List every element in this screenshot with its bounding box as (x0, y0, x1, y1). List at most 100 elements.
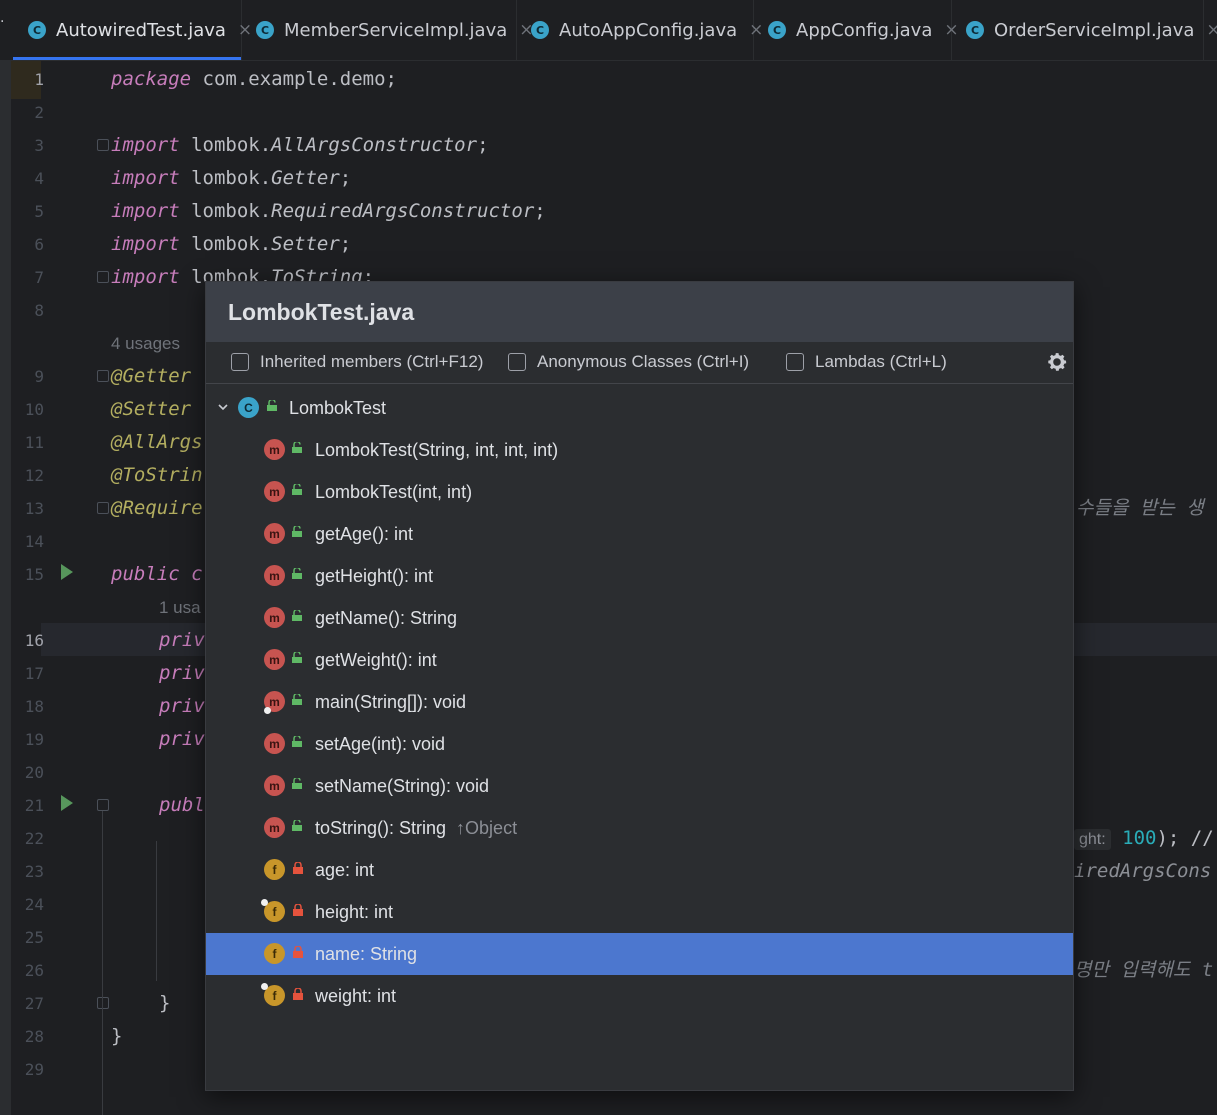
fold-marker-icon[interactable] (97, 799, 109, 811)
filter-inherited-members[interactable]: Inherited members (Ctrl+F12) (231, 352, 483, 372)
close-icon[interactable]: × (1206, 20, 1217, 40)
tree-item-label: LombokTest(int, int) (315, 482, 473, 502)
run-class-icon[interactable] (61, 564, 73, 580)
class-icon: C (966, 21, 984, 39)
line-number: 1 (34, 70, 44, 89)
code-class: Getter (271, 167, 340, 189)
file-structure-popup[interactable]: LombokTest.java Inherited members (Ctrl+… (205, 281, 1074, 1091)
line-number: 9 (34, 367, 44, 386)
run-main-icon[interactable] (61, 795, 73, 811)
line-number: 21 (24, 796, 44, 815)
code-line-23: iredArgsCons (1074, 860, 1212, 882)
fold-marker-icon[interactable] (97, 997, 109, 1009)
tree-item-method[interactable]: m setAge(int): void (206, 723, 1073, 765)
final-marker-icon (261, 983, 268, 990)
annotation-all-args: @AllArgs (111, 431, 203, 453)
code-line-16: priv (159, 629, 205, 651)
tab-app-config[interactable]: C AppConfig.java × (754, 0, 959, 60)
line-number: 28 (24, 1027, 44, 1046)
line-number: 18 (24, 697, 44, 716)
filter-label: Inherited members (Ctrl+F12) (260, 352, 484, 371)
class-icon: C (238, 397, 259, 418)
code-class: Setter (271, 233, 340, 255)
private-access-icon (293, 862, 303, 874)
tree-item-label: main(String[]): void (315, 692, 467, 712)
method-icon: m (264, 523, 285, 544)
field-icon: f (264, 943, 285, 964)
tree-item-field[interactable]: f height: int (206, 891, 1073, 933)
keyword: public (111, 563, 180, 585)
override-origin: ↑Object (456, 818, 518, 838)
line-number: 14 (24, 532, 44, 551)
tree-item-field-selected[interactable]: f name: String (206, 933, 1073, 975)
tree-item-label: getAge(): int (315, 524, 414, 544)
code-line-21: publ (159, 794, 205, 816)
checkbox[interactable] (231, 353, 249, 371)
tree-item-field[interactable]: f weight: int (206, 975, 1073, 1017)
code-line-28: } (111, 1025, 123, 1047)
private-access-icon (293, 988, 303, 1000)
line-number: 17 (24, 664, 44, 683)
usages-hint[interactable]: 1 usa (159, 591, 201, 624)
method-icon: m (264, 481, 285, 502)
chevron-down-icon[interactable] (217, 401, 229, 413)
code-line-6: import lombok.Setter; (111, 228, 351, 261)
tree-item-label: height: int (315, 902, 394, 922)
line-number: 26 (24, 961, 44, 980)
code-line-17: priv (159, 662, 205, 684)
left-tool-strip (0, 61, 11, 1115)
method-icon: m (264, 439, 285, 460)
indent-guide (156, 841, 157, 981)
fold-marker-icon[interactable] (97, 370, 109, 382)
code-text: lombok. (179, 233, 272, 255)
filter-anonymous-classes[interactable]: Anonymous Classes (Ctrl+I) (508, 352, 749, 372)
tree-item-method[interactable]: m setName(String): void (206, 765, 1073, 807)
keyword: import (111, 233, 180, 255)
tab-overflow-indicator[interactable]: · (0, 14, 4, 30)
tree-item-constructor[interactable]: m LombokTest(String, int, int, int) (206, 429, 1073, 471)
code-comment: 수들을 받는 생 (1076, 497, 1204, 519)
tree-item-field[interactable]: f age: int (206, 849, 1073, 891)
line-number: 3 (34, 136, 44, 155)
tree-item-method[interactable]: m getName(): String (206, 597, 1073, 639)
line-number: 20 (24, 763, 44, 782)
usages-hint[interactable]: 4 usages (111, 327, 180, 360)
line-number: 12 (24, 466, 44, 485)
tree-item-constructor[interactable]: m LombokTest(int, int) (206, 471, 1073, 513)
fold-marker-icon[interactable] (97, 139, 109, 151)
method-icon: m (264, 565, 285, 586)
code-line-18: priv (159, 695, 205, 717)
tree-root-lombok-test[interactable]: C LombokTest (206, 387, 1073, 429)
public-access-icon (292, 610, 302, 621)
public-access-icon (292, 526, 302, 537)
keyword: import (111, 266, 180, 288)
checkbox[interactable] (508, 353, 526, 371)
tab-member-service-impl[interactable]: C MemberServiceImpl.java × (242, 0, 534, 60)
keyword: package (111, 68, 192, 90)
tab-auto-app-config[interactable]: C AutoAppConfig.java × (517, 0, 763, 60)
checkbox[interactable] (786, 353, 804, 371)
fold-marker-icon[interactable] (97, 502, 109, 514)
tree-item-method[interactable]: m getHeight(): int (206, 555, 1073, 597)
tree-item-method[interactable]: m getWeight(): int (206, 639, 1073, 681)
code-number: 100 (1122, 827, 1157, 849)
line-number: 7 (34, 268, 44, 287)
line-number: 2 (34, 103, 44, 122)
filter-lambdas[interactable]: Lambdas (Ctrl+L) (786, 352, 947, 372)
popup-header[interactable]: LombokTest.java (206, 282, 1073, 342)
tree-item-method[interactable]: m getAge(): int (206, 513, 1073, 555)
tab-autowired-test[interactable]: C AutowiredTest.java × (13, 0, 252, 60)
fold-marker-icon[interactable] (97, 271, 109, 283)
gear-icon[interactable] (1045, 350, 1069, 374)
code-class: AllArgsConstructor (271, 134, 478, 156)
member-signature: toString(): String (315, 818, 447, 838)
code-text: lombok. (179, 134, 272, 156)
tree-item-method[interactable]: m toString(): String ↑Object (206, 807, 1073, 849)
tree-item-method-static[interactable]: m main(String[]): void (206, 681, 1073, 723)
tab-order-service-impl[interactable]: C OrderServiceImpl.java × (952, 0, 1217, 60)
keyword: import (111, 134, 180, 156)
line-number: 23 (24, 862, 44, 881)
tree-item-label: getWeight(): int (315, 650, 437, 670)
code-text: c (179, 563, 203, 585)
line-number: 5 (34, 202, 44, 221)
